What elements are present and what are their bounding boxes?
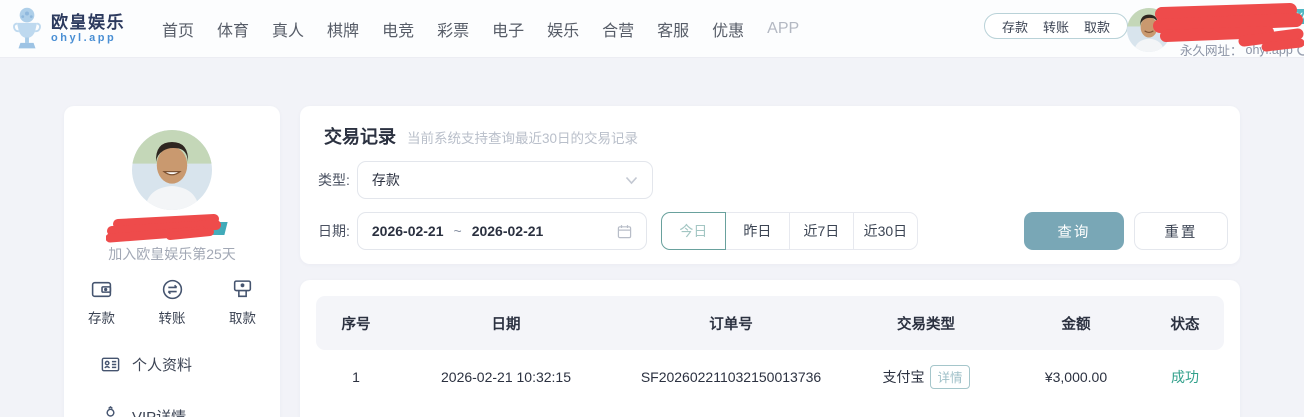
transaction-records-page: 欧皇娱乐 ohyl.app 首页 体育 真人 棋牌 电竞 彩票 电子 娱乐 合营…: [0, 0, 1304, 417]
id-card-icon: [100, 354, 121, 375]
header-withdraw-link[interactable]: 取款: [1084, 17, 1110, 36]
sidebar-transfer-button[interactable]: 转账: [159, 278, 186, 327]
nav-item-home[interactable]: 首页: [162, 17, 194, 41]
sidebar-quick-actions: 存款 转账 取款: [88, 278, 256, 327]
cell-status: 成功: [1171, 369, 1199, 385]
nav-item-app[interactable]: APP: [767, 20, 799, 38]
date-to-value: 2026-02-21: [471, 223, 544, 239]
vip-badge: VIP: [1285, 9, 1304, 24]
sidebar-vip-label: VIP详情: [132, 406, 186, 417]
sidebar-deposit-label: 存款: [88, 311, 115, 326]
date-range-input[interactable]: 2026-02-21 ~ 2026-02-21: [356, 212, 647, 250]
join-days-text: 加入欧皇娱乐第25天: [108, 246, 236, 262]
type-select[interactable]: 存款: [356, 161, 653, 199]
sidebar-transfer-label: 转账: [158, 311, 186, 326]
nav-item-promo[interactable]: 优惠: [712, 17, 744, 41]
header-transfer-link[interactable]: 转账: [1043, 17, 1069, 36]
refresh-url-icon[interactable]: [1296, 43, 1304, 57]
reset-button[interactable]: 重置: [1133, 212, 1228, 250]
sidebar-item-vip[interactable]: VIP详情: [100, 406, 186, 417]
nav-item-sports[interactable]: 体育: [217, 17, 249, 41]
cell-index: 1: [352, 369, 360, 385]
sidebar-deposit-button[interactable]: 存款: [88, 278, 115, 327]
main-nav: 首页 体育 真人 棋牌 电竞 彩票 电子 娱乐 合营 客服 优惠 APP: [162, 0, 799, 58]
header-deposit-link[interactable]: 存款: [1002, 17, 1028, 36]
col-header-date: 日期: [491, 316, 521, 333]
nav-item-live[interactable]: 真人: [272, 17, 304, 41]
type-select-value: 存款: [371, 172, 400, 188]
range-yesterday-button[interactable]: 昨日: [724, 212, 790, 250]
cell-order-no: SF202602211032150013736: [640, 369, 822, 385]
range-30days-button[interactable]: 近30日: [852, 212, 918, 250]
col-header-index: 序号: [341, 316, 371, 333]
permanent-url-label: 永久网址：: [1180, 44, 1243, 58]
col-header-type: 交易类型: [897, 316, 955, 333]
date-separator: ~: [453, 223, 462, 239]
panel-title-row: 交易记录 当前系统支持查询最近30日的交易记录: [324, 123, 638, 149]
chevron-down-icon: [625, 176, 638, 185]
nav-item-slots[interactable]: 电子: [492, 17, 524, 41]
cell-amount: ¥3,000.00: [1044, 369, 1108, 385]
date-from-value: 2026-02-21: [371, 223, 444, 239]
vip-crown-icon: [100, 406, 121, 417]
transaction-table-panel: 序号 日期 订单号 交易类型 金额 状态 1 2026-02-21 10:32:…: [300, 280, 1240, 417]
nav-item-support[interactable]: 客服: [657, 17, 689, 41]
brand-domain: ohyl.app: [51, 32, 117, 45]
date-filter-row: 日期: 2026-02-21 ~ 2026-02-21 今日 昨日 近7日 近3…: [318, 212, 1228, 250]
wallet-icon: [90, 278, 113, 301]
permanent-url-value: ohyl.app: [1245, 42, 1293, 57]
range-7days-button[interactable]: 近7日: [788, 212, 854, 250]
profile-vip-badge: VIP: [182, 222, 228, 235]
col-header-status: 状态: [1170, 316, 1200, 333]
sidebar-item-profile[interactable]: 个人资料: [100, 354, 192, 375]
profile-sidebar: VIP 加入欧皇娱乐第25天 存款 转账 取款 个人资料: [64, 106, 280, 417]
range-today-button[interactable]: 今日: [660, 212, 726, 250]
sidebar-withdraw-label: 取款: [229, 311, 256, 326]
table-row: 1 2026-02-21 10:32:15 SF2026022110321500…: [316, 350, 1224, 404]
atm-icon: [231, 278, 254, 301]
date-label: 日期:: [318, 223, 350, 239]
nav-item-lottery[interactable]: 彩票: [437, 17, 469, 41]
profile-avatar[interactable]: [132, 130, 212, 210]
page-subtitle: 当前系统支持查询最近30日的交易记录: [407, 131, 639, 146]
cell-datetime: 2026-02-21 10:32:15: [441, 369, 571, 385]
avatar[interactable]: [1127, 8, 1171, 52]
query-button[interactable]: 查询: [1023, 212, 1124, 250]
detail-badge-button[interactable]: 详情: [930, 365, 970, 389]
balance-refresh-icon[interactable]: [1247, 22, 1263, 38]
col-header-amount: 金额: [1061, 316, 1091, 333]
table-header-row: 序号 日期 订单号 交易类型 金额 状态: [316, 296, 1224, 350]
nav-item-partner[interactable]: 合营: [602, 17, 634, 41]
wallet-actions-pill: 存款 转账 取款: [984, 13, 1129, 39]
trophy-logo-icon: [10, 6, 44, 52]
cell-type: 支付宝 详情: [846, 365, 1006, 389]
nav-item-esports[interactable]: 电竞: [382, 17, 414, 41]
brand-logo[interactable]: 欧皇娱乐 ohyl.app: [10, 6, 125, 52]
type-label: 类型:: [318, 172, 350, 188]
calendar-icon: [617, 224, 632, 239]
col-header-order: 订单号: [709, 316, 753, 333]
transaction-type-text: 支付宝: [882, 369, 925, 385]
permanent-url: 永久网址： ohyl.app: [1180, 40, 1304, 59]
type-filter-row: 类型: 存款: [318, 161, 653, 199]
brand-name: 欧皇娱乐: [51, 12, 125, 32]
quick-range-group: 今日 昨日 近7日 近30日: [660, 212, 918, 250]
sidebar-withdraw-button[interactable]: 取款: [229, 278, 256, 327]
top-navbar: 欧皇娱乐 ohyl.app 首页 体育 真人 棋牌 电竞 彩票 电子 娱乐 合营…: [0, 0, 1304, 58]
sidebar-profile-label: 个人资料: [132, 357, 193, 374]
transaction-filter-panel: 交易记录 当前系统支持查询最近30日的交易记录 类型: 存款 日期: 2026-…: [300, 106, 1240, 264]
transfer-icon: [161, 278, 184, 301]
nav-item-chess[interactable]: 棋牌: [327, 17, 359, 41]
nav-item-entertainment[interactable]: 娱乐: [547, 17, 579, 41]
page-title: 交易记录: [324, 127, 396, 147]
